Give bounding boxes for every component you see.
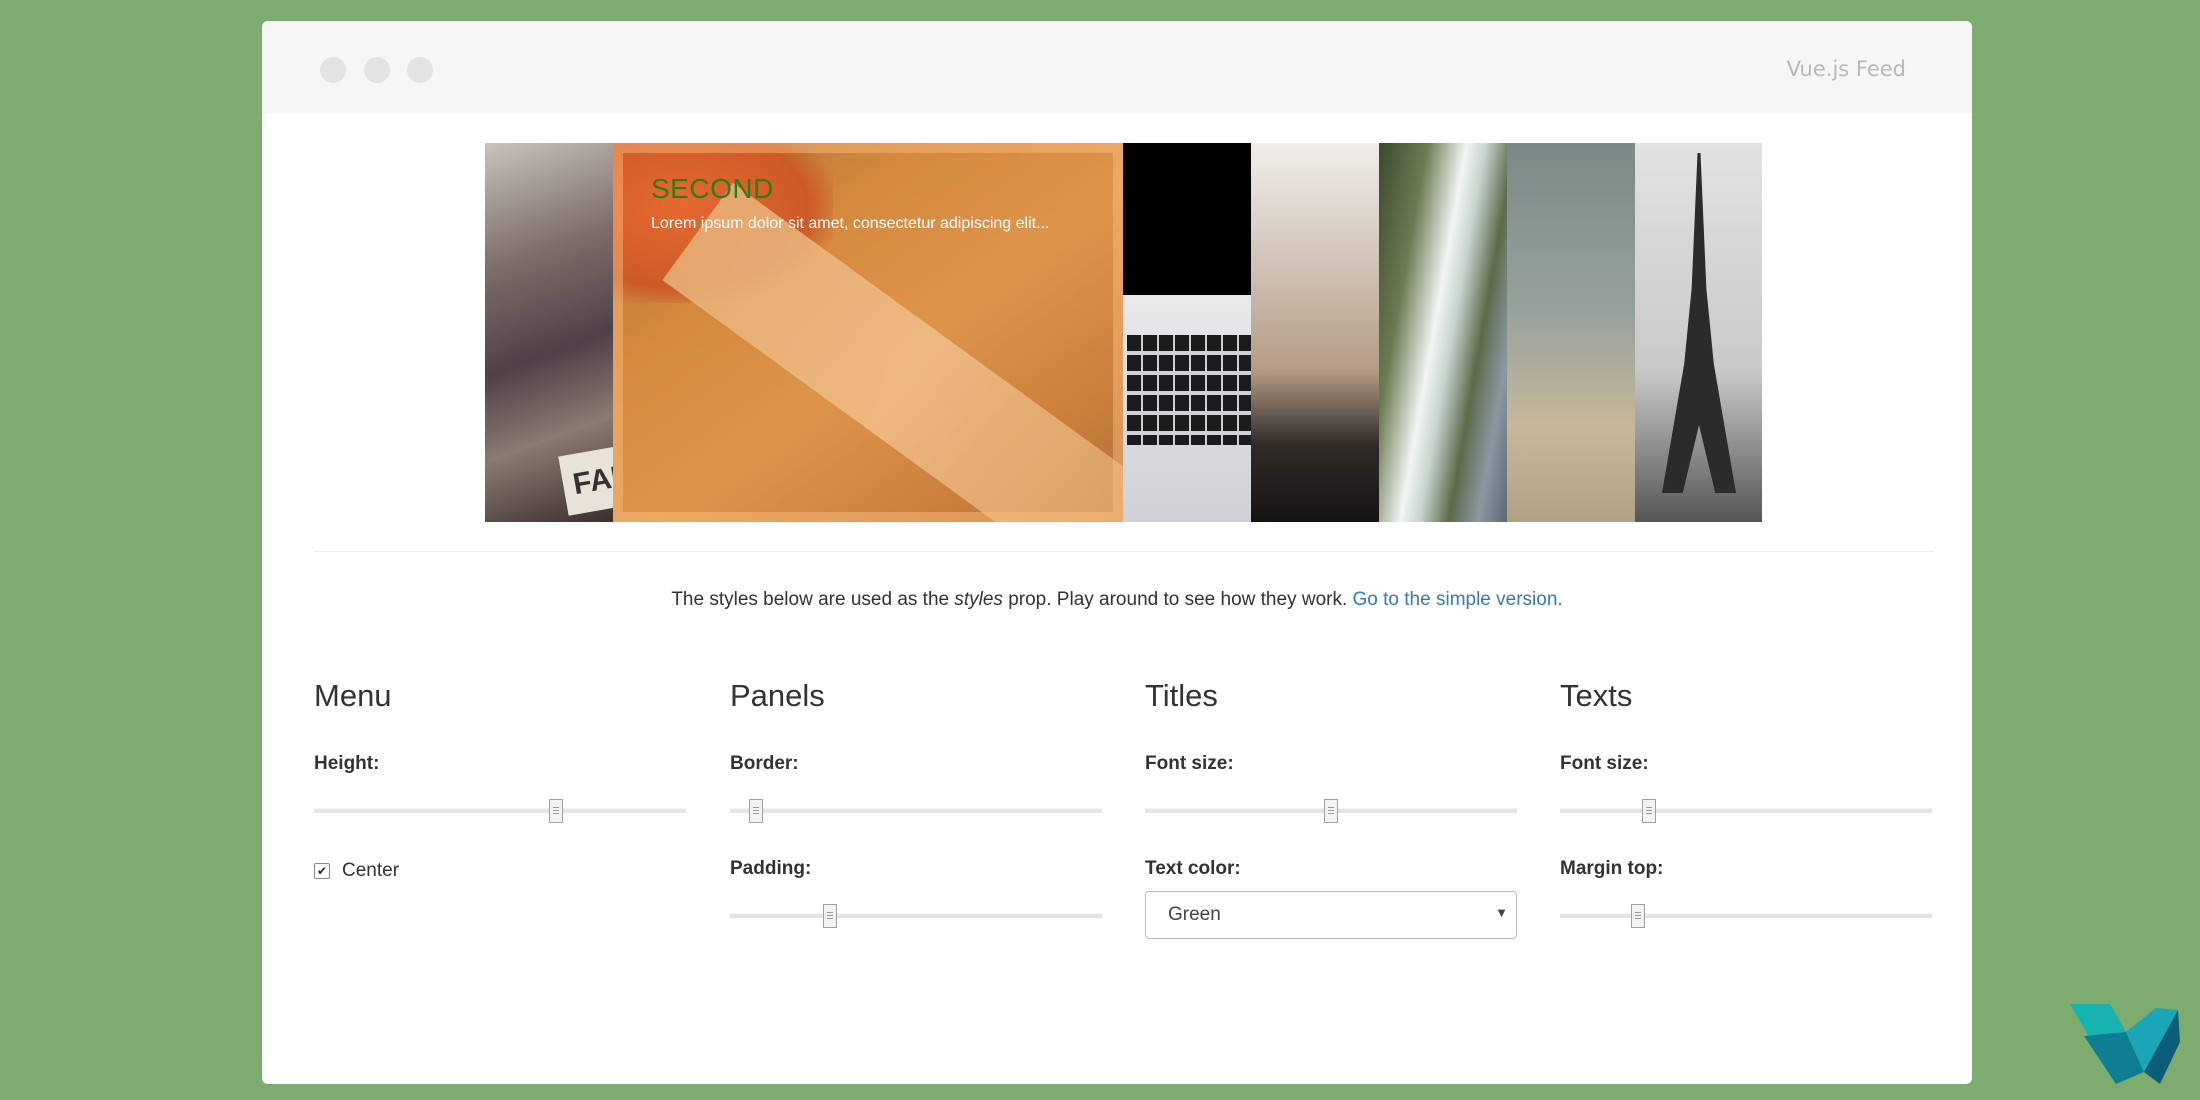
gallery-panel-eiffel[interactable] bbox=[1635, 143, 1762, 522]
slider-thumb[interactable] bbox=[823, 904, 838, 928]
window-close-dot[interactable] bbox=[320, 57, 346, 83]
texts-margin-top-slider[interactable] bbox=[1560, 904, 1932, 928]
titles-font-size-label: Font size: bbox=[1145, 753, 1234, 774]
menu-height-label: Height: bbox=[314, 753, 380, 774]
license-plate: FAR bbox=[558, 446, 613, 516]
center-label: Center bbox=[342, 860, 400, 881]
chevron-down-icon: ▼ bbox=[1495, 905, 1508, 920]
slider-track bbox=[314, 808, 686, 813]
center-checkbox[interactable]: ✔ bbox=[314, 863, 330, 879]
texts-font-size-label: Font size: bbox=[1560, 753, 1649, 774]
slider-thumb[interactable] bbox=[1324, 799, 1338, 823]
window-title: Vue.js Feed bbox=[1786, 57, 1906, 81]
titles-font-size-slider[interactable] bbox=[1145, 799, 1517, 823]
panels-padding-label: Padding: bbox=[730, 858, 812, 879]
menu-height-slider[interactable] bbox=[314, 799, 686, 823]
menu-settings: Menu Height: ✔ Center bbox=[314, 676, 686, 881]
text-color-select[interactable]: Green ▼ bbox=[1145, 891, 1517, 939]
slider-track bbox=[1560, 913, 1932, 918]
panels-settings: Panels Border: Padding: bbox=[730, 676, 1102, 928]
texts-margin-top-label: Margin top: bbox=[1560, 858, 1664, 879]
divider bbox=[314, 551, 1934, 552]
center-checkbox-row[interactable]: ✔ Center bbox=[314, 860, 399, 882]
window-titlebar: Vue.js Feed bbox=[262, 21, 1972, 113]
titles-heading: Titles bbox=[1145, 678, 1218, 713]
panel-text: Lorem ipsum dolor sit amet, consectetur … bbox=[651, 215, 1050, 232]
panels-padding-slider[interactable] bbox=[730, 904, 1102, 928]
text-color-value: Green bbox=[1168, 904, 1221, 925]
slider-thumb[interactable] bbox=[749, 799, 764, 823]
gallery-panel-beach[interactable] bbox=[1251, 143, 1379, 522]
texts-settings: Texts Font size: Margin top: bbox=[1560, 676, 1932, 928]
simple-version-link[interactable]: Go to the simple version. bbox=[1353, 589, 1563, 610]
texts-font-size-slider[interactable] bbox=[1560, 799, 1932, 823]
slider-track bbox=[730, 808, 1102, 813]
panels-border-label: Border: bbox=[730, 753, 799, 774]
slider-thumb[interactable] bbox=[1631, 904, 1646, 928]
image-gallery: FAR SECOND Lorem ipsum dolor sit amet, c… bbox=[485, 143, 1762, 522]
keyboard-image bbox=[1127, 335, 1251, 445]
window-minimize-dot[interactable] bbox=[364, 57, 390, 83]
gallery-panel-active[interactable]: SECOND Lorem ipsum dolor sit amet, conse… bbox=[613, 143, 1123, 522]
titles-text-color-label: Text color: bbox=[1145, 858, 1241, 879]
plate-text: FAR bbox=[570, 458, 613, 502]
panels-border-slider[interactable] bbox=[730, 799, 1102, 823]
slider-track bbox=[1560, 808, 1932, 813]
titles-settings: Titles Font size: Text color: Green ▼ bbox=[1145, 676, 1517, 939]
panel-title: SECOND bbox=[651, 173, 774, 204]
panels-heading: Panels bbox=[730, 678, 825, 713]
gallery-panel-laptop[interactable] bbox=[1123, 143, 1251, 522]
browser-window: Vue.js Feed FAR SECOND Lorem ipsum dolor… bbox=[262, 21, 1972, 1084]
slider-thumb[interactable] bbox=[548, 799, 563, 823]
gallery-panel-car[interactable]: FAR bbox=[485, 143, 613, 522]
eiffel-tower-image bbox=[1662, 153, 1736, 493]
info-suffix: prop. Play around to see how they work. bbox=[1002, 589, 1353, 610]
info-prefix: The styles below are used as the bbox=[671, 589, 955, 610]
gallery-panel-sky[interactable] bbox=[1507, 143, 1635, 522]
window-maximize-dot[interactable] bbox=[407, 57, 433, 83]
slider-thumb[interactable] bbox=[1642, 799, 1657, 823]
slider-track bbox=[730, 913, 1102, 918]
info-text: The styles below are used as the styles … bbox=[262, 589, 1972, 611]
gallery-panel-waterfall[interactable] bbox=[1379, 143, 1507, 522]
texts-heading: Texts bbox=[1560, 678, 1633, 713]
info-emphasis: styles bbox=[954, 589, 1003, 610]
brand-logo-icon bbox=[2070, 1004, 2180, 1084]
menu-heading: Menu bbox=[314, 678, 392, 713]
